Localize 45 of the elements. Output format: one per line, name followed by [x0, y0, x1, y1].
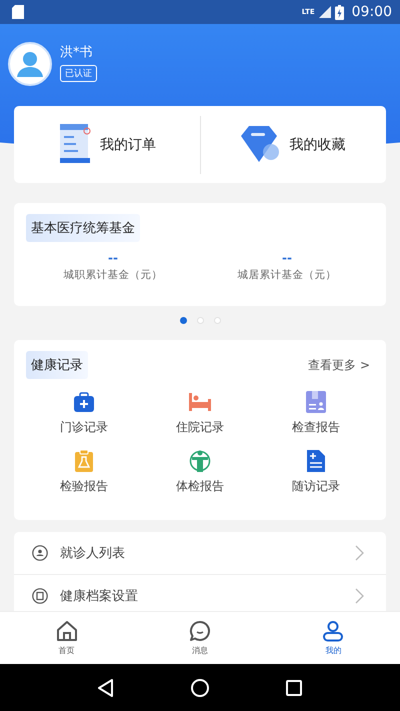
- gem-icon: [241, 126, 282, 164]
- recents-icon[interactable]: [286, 680, 302, 696]
- folder-icon: [32, 588, 48, 604]
- sd-card-icon: [12, 5, 24, 19]
- record-button[interactable]: 体检报告: [142, 450, 258, 495]
- record-button[interactable]: 检验报告: [26, 450, 142, 495]
- tab[interactable]: 我的: [266, 612, 400, 664]
- record-button[interactable]: 住院记录: [142, 391, 258, 436]
- fund-label: 城职累计基金（元）: [64, 268, 162, 282]
- section-title: 基本医疗统筹基金: [26, 214, 140, 242]
- document-plus-icon: [307, 450, 325, 472]
- fund-label: 城居累计基金（元）: [238, 268, 336, 282]
- record-button[interactable]: 门诊记录: [26, 391, 142, 436]
- user-name: 洪*书: [60, 44, 92, 60]
- clipboard-flask-icon: [75, 450, 93, 472]
- verified-badge: 已认证: [60, 64, 97, 82]
- menu-item[interactable]: 就诊人列表: [14, 532, 386, 575]
- chevron-right-icon: [355, 545, 364, 561]
- medical-kit-icon: [74, 391, 94, 413]
- shortcut-button[interactable]: 我的收藏: [200, 114, 386, 174]
- signal-icon: [318, 6, 331, 18]
- clock: 09:00: [352, 4, 392, 20]
- person-icon: [322, 620, 344, 642]
- bed-icon: [189, 391, 211, 413]
- document-icon: [58, 124, 92, 166]
- record-button[interactable]: 检查报告: [258, 391, 374, 436]
- home-circle-icon[interactable]: [190, 678, 209, 696]
- more-link[interactable]: 查看更多 >: [308, 356, 370, 374]
- chevron-right-icon: [355, 588, 364, 604]
- tab[interactable]: 首页: [0, 612, 134, 664]
- section-title: 健康记录: [26, 351, 88, 379]
- body-figure-icon: [189, 450, 211, 472]
- pager-dot[interactable]: [180, 316, 186, 324]
- chat-bubble-icon: [188, 620, 211, 642]
- home-icon: [56, 620, 78, 642]
- shortcut-button[interactable]: 我的订单: [14, 114, 200, 174]
- avatar-icon[interactable]: [8, 42, 52, 86]
- people-icon: [32, 545, 48, 561]
- record-button[interactable]: 随访记录: [258, 450, 374, 495]
- fund-value: --: [108, 251, 118, 265]
- tab[interactable]: 消息: [133, 612, 267, 664]
- fund-value: --: [282, 251, 292, 265]
- battery-icon: [334, 4, 344, 20]
- back-icon[interactable]: [98, 678, 114, 696]
- report-icon: [306, 391, 326, 413]
